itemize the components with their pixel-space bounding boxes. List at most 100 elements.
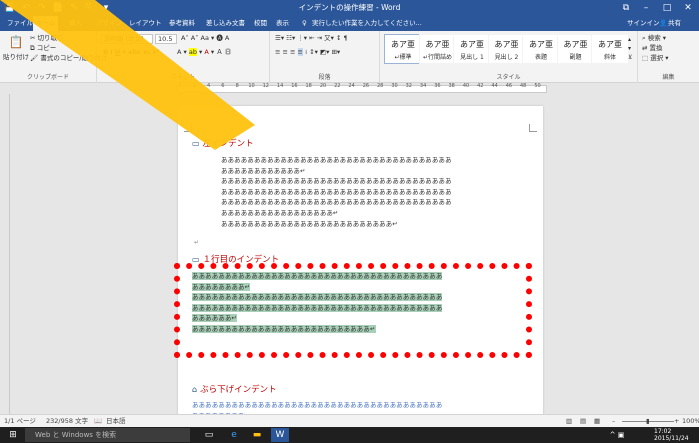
text-line[interactable]: あああああああああああああああああああああああああああ↵ <box>192 324 376 335</box>
windows-start-icon[interactable]: ⊞ <box>4 428 22 442</box>
styles-scroll-down-icon[interactable]: ▾ <box>628 44 631 53</box>
edge-icon[interactable]: e <box>225 428 243 442</box>
share-button[interactable]: 共有 <box>668 16 681 31</box>
text-line[interactable]: あああああああああああああああああ↵ <box>221 208 339 219</box>
ruler-number: 26 <box>362 83 370 89</box>
word-count[interactable]: 232/958 文字 <box>46 417 88 426</box>
style-1[interactable]: あア亜 ↵行間詰め <box>418 34 457 64</box>
style-3[interactable]: あア亜 見出し 2 <box>487 34 526 64</box>
document-page[interactable]: ▭ 左インデント ああああああああああああああああああああああああああああああああ… <box>178 106 543 414</box>
zoom-out-icon[interactable]: – <box>612 417 615 426</box>
align-buttons-icons[interactable]: ≡ ≡ ≡ ≡ ⁞ ↕▾ ◩▾ ⊞▾ <box>275 48 340 57</box>
tell-me-box[interactable]: 実行したい作業を入力してください... <box>312 16 422 31</box>
text-run: あああああああああああああああああああああああああああああああああああ <box>221 187 452 196</box>
style-2[interactable]: あア亜 見出し 1 <box>453 34 491 64</box>
ruler-number: 46 <box>505 83 513 89</box>
text-line[interactable]: ああああああああああああああああああああああああああああああああああああああ <box>192 303 443 314</box>
style-4[interactable]: あア亜 表題 <box>522 34 560 64</box>
signin-link[interactable]: サインイン <box>627 16 660 31</box>
explorer-icon[interactable]: ▬ <box>248 428 266 442</box>
format-painter-button[interactable]: 🖌 書式のコピー/貼り付け <box>30 54 108 63</box>
tab-layout[interactable]: レイアウト <box>126 16 165 31</box>
tab-file[interactable]: ファイル <box>4 16 36 31</box>
zoom-level[interactable]: 100% <box>682 417 699 426</box>
tab-references[interactable]: 参考資料 <box>166 16 198 31</box>
document-canvas: ▭ 左インデント ああああああああああああああああああああああああああああああああ… <box>11 94 699 414</box>
web-layout-icon[interactable]: ▦ <box>594 417 600 426</box>
paste-button[interactable]: 貼り付け <box>3 53 29 62</box>
tab-home[interactable]: ホーム <box>33 16 59 31</box>
paragraph-group-label: 段落 <box>318 74 331 81</box>
tray-icons[interactable]: ^ ▣ ◀ あ <box>608 428 626 442</box>
style-5[interactable]: あア亜 副題 <box>556 34 595 64</box>
style-preview: あア亜 <box>529 40 553 49</box>
ruler-number: 36 <box>434 83 441 89</box>
proofing-icon[interactable]: 📖 <box>94 417 102 426</box>
word-taskbar-icon[interactable]: W <box>271 428 289 442</box>
text-line[interactable]: あああああああああああああああああああああああああああああああああああ <box>221 176 452 187</box>
style-preview: あア亜 <box>391 40 415 49</box>
tab-insert[interactable]: 挿入 <box>66 16 85 31</box>
ruler-number: 34 <box>419 83 427 89</box>
zoom-thumb[interactable]: ▮ <box>646 417 650 426</box>
text-line[interactable]: ああああああああああああああああああああああああああ↵ <box>221 219 398 230</box>
text-line[interactable]: ああああああああああああああああああああああああああああああああああああああ <box>192 271 443 282</box>
share-icon[interactable]: 👤 <box>659 16 667 31</box>
maximize-button[interactable]: □ <box>658 1 676 15</box>
font-size-select[interactable]: 10.5 <box>155 34 177 44</box>
ribbon-display-options-icon[interactable]: ⧉ <box>617 1 635 15</box>
tab-view[interactable]: 表示 <box>273 16 292 31</box>
clipboard-group-label: クリップボード <box>26 74 69 81</box>
lightbulb-icon: ♀ <box>302 19 307 27</box>
page-count[interactable]: 1/1 ページ <box>4 417 36 426</box>
text-line[interactable]: ああああああああああああああああああああああああああああああああああああああ <box>192 400 442 411</box>
font-name-select[interactable]: 游明朝 (本文) <box>101 34 153 44</box>
text-line[interactable]: あああああああああああああああああああああああああああああああああああ <box>221 197 452 208</box>
ruler-number: 18 <box>305 83 312 89</box>
clock-time[interactable]: 17:02 <box>654 428 671 435</box>
vertical-ruler[interactable] <box>0 94 10 414</box>
clock-date[interactable]: 2015/11/24 <box>654 435 689 442</box>
copy-button[interactable]: ⧉ コピー <box>30 44 56 53</box>
text-line[interactable]: あああああああああああああああああああああああああああああああああああ <box>221 155 452 166</box>
bold-italic-underline-icons[interactable]: B I U ▾ abc x₂ x² <box>103 48 159 57</box>
language[interactable]: 日本語 <box>106 417 126 426</box>
list-buttons-icons[interactable]: ☰▾ ☷▾ ⋮▾ ⇤ ⇥ 又▾ ↕ ¶ <box>275 34 348 43</box>
grow-shrink-font-icons[interactable]: A˄ A˅ Aa ▾ 🅐 A <box>181 34 229 43</box>
paste-icon[interactable]: 📋 <box>6 36 26 51</box>
cut-button[interactable]: ✂ 切り取り <box>30 34 64 43</box>
zoom-in-icon[interactable]: + <box>674 417 679 426</box>
replace-icon: ⇄ <box>642 44 650 52</box>
styles-scroll-up-icon[interactable]: ▴ <box>628 35 631 44</box>
text-line[interactable]: あああああああああああああああああああああああああああああああああああ <box>221 187 452 198</box>
find-button[interactable]: ⌕ 検索 ▾ <box>642 34 666 43</box>
read-mode-icon[interactable]: ▥ <box>566 417 572 426</box>
task-view-icon[interactable]: ▭ <box>200 428 218 442</box>
text-line[interactable]: ああああああああああああああああああああああああああああああああああああああ <box>192 292 443 303</box>
ruler-number: 40 <box>462 83 470 89</box>
text-line[interactable]: ああああああああ↵ <box>192 282 251 293</box>
text-effects-icons[interactable]: A ▾ ab ▾ A ▾ Ａ ㊐ <box>177 48 231 57</box>
tab-design[interactable]: デザイン <box>93 16 125 31</box>
styles-more-icon[interactable]: ⊻ <box>628 53 632 62</box>
text-run: ああああああああああああああああああああああああああああああああああああああ <box>192 303 443 312</box>
text-line[interactable]: ああああああ↵ <box>192 313 238 324</box>
tab-review[interactable]: 校閲 <box>251 16 270 31</box>
horizontal-ruler[interactable]: 2 2 4 6 8 10 12 14 16 18 20 22 24 26 28 30 32 34 36 38 40 42 4… <box>0 83 699 94</box>
style-6[interactable]: あア亜 斜体 <box>591 34 629 64</box>
replace-button[interactable]: ⇄ 置換 <box>642 44 663 53</box>
cut-label: 切り取り <box>37 34 64 42</box>
ribbon-home: 📋 貼り付け ✂ 切り取り ⧉ コピー 🖌 書式のコピー/貼り付け クリップボー… <box>0 31 699 83</box>
tab-mailings[interactable]: 差し込み文書 <box>203 16 248 31</box>
select-button[interactable]: ⬚ 選択 ▾ <box>642 54 669 63</box>
ruler-number: 32 <box>405 83 412 89</box>
select-label: 選択 <box>650 54 664 62</box>
style-0[interactable]: あア亜 ↵標準 <box>384 34 422 64</box>
print-layout-icon[interactable]: ▤ <box>580 417 586 426</box>
close-button[interactable]: ✕ <box>679 1 697 15</box>
taskbar-search[interactable]: Web と Windows を検索 <box>25 428 190 442</box>
style-name: 見出し 2 <box>494 54 519 61</box>
text-line[interactable]: ああああああああああああ↵ <box>221 166 306 177</box>
text-run: あああああああああああああああああああああああああああ↵ <box>192 325 376 333</box>
minimize-button[interactable]: – <box>637 1 655 15</box>
